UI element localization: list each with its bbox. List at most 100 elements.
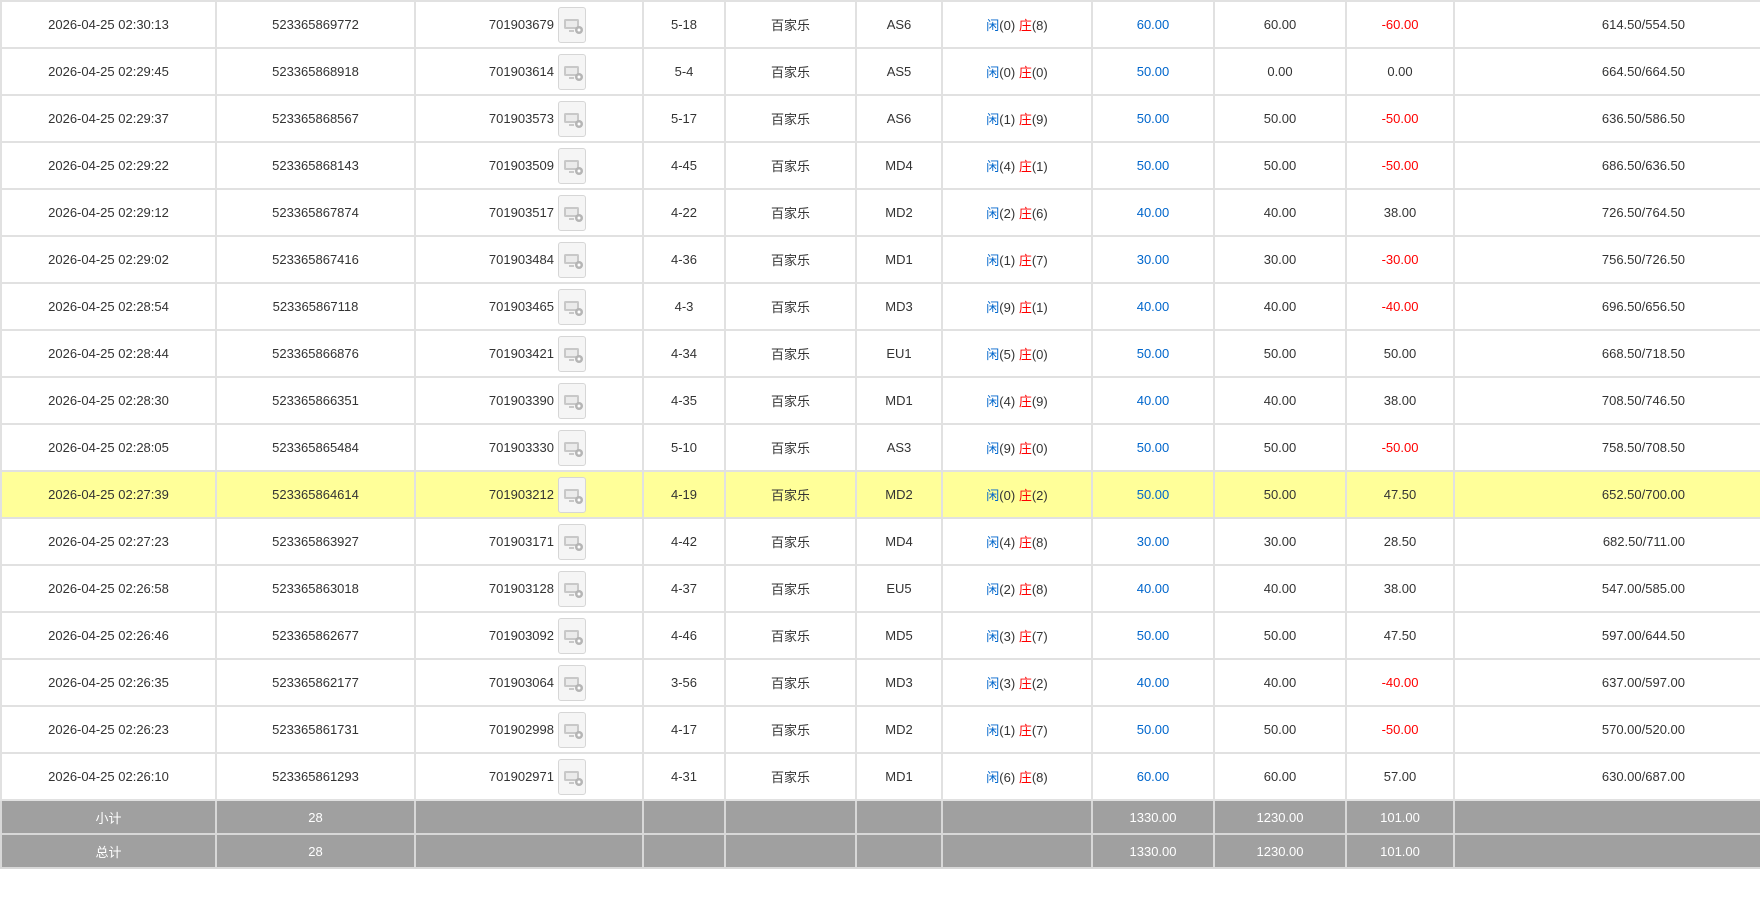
table-row[interactable]: 2026-04-25 02:30:13 523365869772 701903679…: [0, 0, 1760, 49]
player-score: (0): [999, 488, 1016, 503]
bet-id-cell: 523365862177: [215, 658, 416, 707]
video-replay-icon[interactable]: [558, 476, 586, 513]
table-row[interactable]: 2026-04-25 02:28:05 523365865484 701903330…: [0, 423, 1760, 472]
bet-id-cell: 523365867874: [215, 188, 416, 237]
balance-cell: 614.50/554.50: [1453, 0, 1760, 49]
shoe-hand-cell-text: 5-17: [670, 111, 698, 126]
summary-bet-cell-text: 1330.00: [1129, 843, 1177, 859]
shoe-hand-cell: 4-22: [642, 188, 726, 237]
result-cell: 闲(9) 庄(0): [941, 423, 1093, 472]
banker-score: (6): [1031, 206, 1048, 221]
video-replay-icon[interactable]: [558, 100, 586, 137]
bet-amount-text: 50.00: [1136, 111, 1170, 126]
bet-amount-cell: 40.00: [1091, 564, 1215, 613]
table-row[interactable]: 2026-04-25 02:26:10 523365861293 701902971…: [0, 752, 1760, 801]
win-loss-cell: -40.00: [1345, 282, 1455, 331]
player-label: 闲: [986, 488, 1000, 503]
video-replay-icon[interactable]: [558, 194, 586, 231]
win-loss-text: -50.00: [1381, 440, 1419, 455]
shoe-hand-cell-text: 4-35: [670, 393, 698, 408]
player-label: 闲: [986, 300, 1000, 315]
round-id-text: 701903128: [488, 581, 554, 596]
shoe-hand-cell: 4-42: [642, 517, 726, 566]
video-replay-icon[interactable]: [558, 664, 586, 701]
banker-score: (2): [1031, 488, 1048, 503]
video-replay-icon[interactable]: [558, 241, 586, 278]
bet-time-cell-text: 2026-04-25 02:27:23: [48, 534, 169, 549]
banker-label: 庄: [1018, 253, 1032, 268]
bet-amount-cell: 40.00: [1091, 376, 1215, 425]
shoe-hand-cell-text: 4-42: [670, 534, 698, 549]
table-row[interactable]: 2026-04-25 02:29:22 523365868143 701903509…: [0, 141, 1760, 190]
summary-count-cell: 28: [215, 833, 416, 869]
player-score: (1): [999, 723, 1016, 738]
bet-time-cell-text: 2026-04-25 02:29:37: [48, 111, 169, 126]
game-type-cell-text: 百家乐: [770, 441, 810, 456]
table-name-cell-text: EU1: [886, 346, 912, 361]
bet-amount-cell: 50.00: [1091, 470, 1215, 519]
table-row[interactable]: 2026-04-25 02:29:02 523365867416 701903484…: [0, 235, 1760, 284]
game-type-cell: 百家乐: [724, 611, 857, 660]
summary-label-cell: 小计: [0, 799, 217, 835]
summary-empty-cell: [414, 833, 644, 869]
valid-bet-cell-text: 50.00: [1263, 158, 1297, 173]
shoe-hand-cell: 4-17: [642, 705, 726, 754]
balance-cell-text: 652.50/700.00: [1601, 487, 1685, 502]
table-row[interactable]: 2026-04-25 02:29:45 523365868918 701903614…: [0, 47, 1760, 96]
video-replay-icon[interactable]: [558, 288, 586, 325]
video-replay-icon[interactable]: [558, 53, 586, 90]
win-loss-text: 38.00: [1383, 393, 1417, 408]
table-row[interactable]: 2026-04-25 02:29:37 523365868567 701903573…: [0, 94, 1760, 143]
summary-count-cell: 28: [215, 799, 416, 835]
shoe-hand-cell: 3-56: [642, 658, 726, 707]
summary-bet-cell: 1330.00: [1091, 799, 1215, 835]
balance-cell: 636.50/586.50: [1453, 94, 1760, 143]
table-row[interactable]: 2026-04-25 02:26:35 523365862177 701903064…: [0, 658, 1760, 707]
table-row[interactable]: 2026-04-25 02:28:44 523365866876 701903421…: [0, 329, 1760, 378]
video-replay-icon[interactable]: [558, 758, 586, 795]
bet-id-cell-text: 523365861731: [272, 722, 359, 737]
shoe-hand-cell-text: 4-17: [670, 722, 698, 737]
video-replay-icon[interactable]: [558, 335, 586, 372]
table-row[interactable]: 2026-04-25 02:28:30 523365866351 701903390…: [0, 376, 1760, 425]
table-row[interactable]: 2026-04-25 02:27:23 523365863927 701903171…: [0, 517, 1760, 566]
video-replay-icon[interactable]: [558, 6, 586, 43]
shoe-hand-cell-text: 4-34: [670, 346, 698, 361]
table-row[interactable]: 2026-04-25 02:27:39 523365864614 701903212…: [0, 470, 1760, 519]
player-score: (0): [999, 65, 1016, 80]
banker-label: 庄: [1018, 723, 1032, 738]
round-id-cell: 701903092: [414, 611, 644, 660]
balance-cell-text: 708.50/746.50: [1601, 393, 1685, 408]
table-row[interactable]: 2026-04-25 02:28:54 523365867118 701903465…: [0, 282, 1760, 331]
table-row[interactable]: 2026-04-25 02:26:46 523365862677 701903092…: [0, 611, 1760, 660]
bet-id-cell: 523365862677: [215, 611, 416, 660]
banker-score: (8): [1031, 18, 1048, 33]
video-replay-icon[interactable]: [558, 382, 586, 419]
table-row[interactable]: 2026-04-25 02:29:12 523365867874 701903517…: [0, 188, 1760, 237]
banker-label: 庄: [1018, 300, 1032, 315]
win-loss-cell: 38.00: [1345, 188, 1455, 237]
video-replay-icon[interactable]: [558, 523, 586, 560]
video-replay-icon[interactable]: [558, 570, 586, 607]
table-row[interactable]: 2026-04-25 02:26:23 523365861731 701902998…: [0, 705, 1760, 754]
shoe-hand-cell-text: 4-36: [670, 252, 698, 267]
balance-cell-text: 668.50/718.50: [1601, 346, 1685, 361]
game-type-cell: 百家乐: [724, 376, 857, 425]
bet-id-cell-text: 523365861293: [272, 769, 359, 784]
table-name-cell: MD4: [855, 141, 943, 190]
summary-valid-cell: 1230.00: [1213, 799, 1347, 835]
video-replay-icon[interactable]: [558, 147, 586, 184]
video-replay-icon[interactable]: [558, 711, 586, 748]
round-id-text: 701902971: [488, 769, 554, 784]
bet-amount-text: 50.00: [1136, 722, 1170, 737]
summary-win-cell: 101.00: [1345, 833, 1455, 869]
game-type-cell: 百家乐: [724, 235, 857, 284]
shoe-hand-cell: 4-36: [642, 235, 726, 284]
video-replay-icon[interactable]: [558, 429, 586, 466]
shoe-hand-cell: 5-10: [642, 423, 726, 472]
valid-bet-cell-text: 40.00: [1263, 393, 1297, 408]
video-replay-icon[interactable]: [558, 617, 586, 654]
game-type-cell-text: 百家乐: [770, 65, 810, 80]
bet-time-cell-text: 2026-04-25 02:26:10: [48, 769, 169, 784]
table-row[interactable]: 2026-04-25 02:26:58 523365863018 701903128…: [0, 564, 1760, 613]
